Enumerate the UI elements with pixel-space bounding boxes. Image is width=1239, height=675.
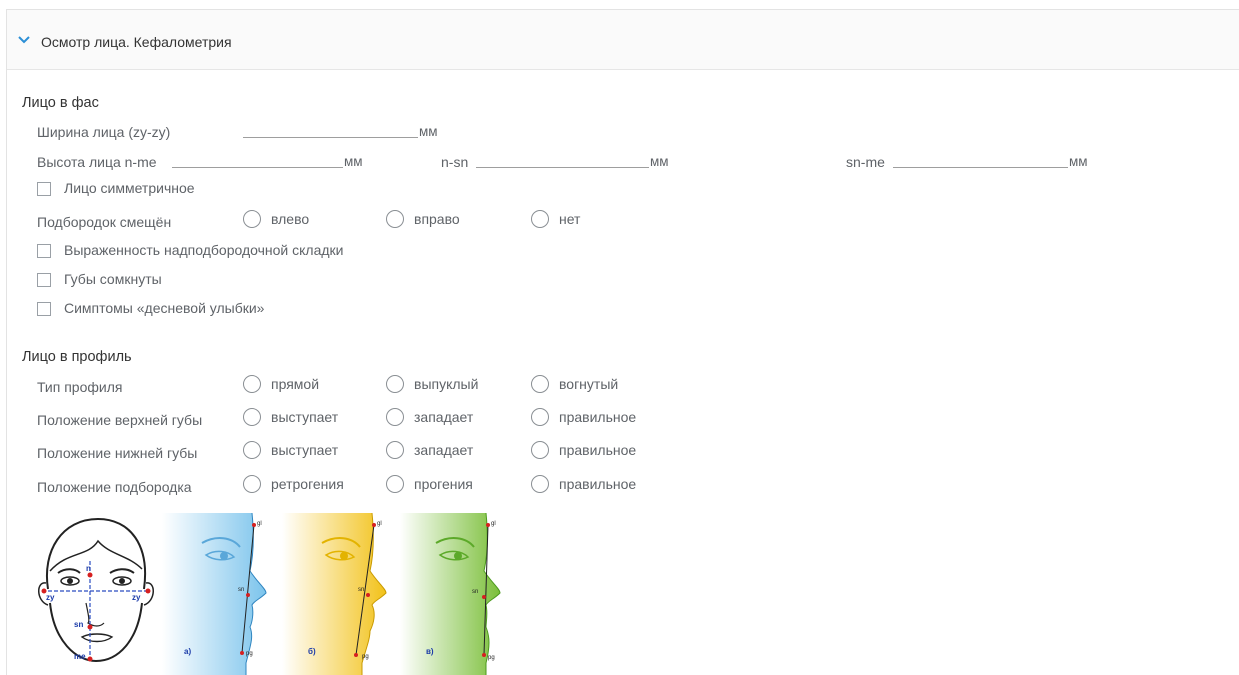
front-zy-left-label: zy	[46, 593, 55, 602]
sn-me-label: sn-me	[846, 154, 885, 170]
n-sn-label: n-sn	[441, 154, 469, 170]
profile-b-caption: б)	[308, 647, 316, 656]
profile-b-pg: pg	[362, 654, 369, 660]
lower-lip-retracted-label: западает	[414, 442, 474, 458]
panel-title: Осмотр лица. Кефалометрия	[41, 34, 232, 50]
upper-lip-protrudes-radio[interactable]	[243, 408, 261, 426]
profile-section-title: Лицо в профиль	[22, 349, 132, 365]
profile-a-caption: а)	[184, 647, 191, 656]
profile-b-sn: sn	[358, 587, 364, 593]
face-width-label: Ширина лица (zy-zy)	[37, 124, 171, 140]
profile-c-pg: pg	[488, 655, 495, 661]
symmetric-label: Лицо симметричное	[64, 180, 195, 196]
chin-progenia-radio[interactable]	[386, 475, 404, 493]
sn-me-input[interactable]	[893, 167, 1068, 168]
lower-lip-protrudes-label: выступает	[271, 442, 339, 458]
chin-shift-label: Подбородок смещён	[37, 214, 172, 230]
chin-right-label: вправо	[414, 211, 460, 227]
upper-lip-retracted-radio[interactable]	[386, 408, 404, 426]
chin-progenia-label: прогения	[414, 476, 473, 492]
face-width-input[interactable]	[243, 137, 418, 138]
profile-a-illustration: gl sn pg а)	[162, 513, 280, 675]
profile-convex-label: выпуклый	[414, 376, 479, 392]
face-height-input[interactable]	[172, 167, 343, 168]
gum-smile-label: Симптомы «десневой улыбки»	[64, 300, 265, 316]
upper-lip-correct-label: правильное	[559, 409, 637, 425]
lips-closed-label: Губы сомкнуты	[64, 271, 162, 287]
chin-left-label: влево	[271, 211, 310, 227]
chin-none-label: нет	[559, 211, 581, 227]
upper-lip-protrudes-label: выступает	[271, 409, 339, 425]
fold-label: Выраженность надподбородочной складки	[64, 242, 344, 258]
n-sn-unit: мм	[650, 154, 669, 169]
profile-concave-label: вогнутый	[559, 376, 619, 392]
profile-a-pg: pg	[246, 651, 253, 657]
profile-c-gl: gl	[491, 521, 496, 527]
lower-lip-label: Положение нижней губы	[37, 445, 198, 461]
chevron-down-icon[interactable]	[17, 35, 31, 45]
upper-lip-retracted-label: западает	[414, 409, 474, 425]
chin-correct-label: правильное	[559, 476, 637, 492]
lips-closed-checkbox[interactable]	[37, 273, 51, 287]
profile-b-illustration: gl sn pg б)	[282, 513, 400, 675]
profile-a-sn: sn	[238, 587, 244, 593]
profile-straight-radio[interactable]	[243, 375, 261, 393]
chin-position-label: Положение подбородка	[37, 479, 192, 495]
profile-c-illustration: gl sn pg в)	[400, 513, 518, 675]
sn-me-unit: мм	[1069, 154, 1088, 169]
lower-lip-retracted-radio[interactable]	[386, 441, 404, 459]
chin-retrogenia-label: ретрогения	[271, 476, 344, 492]
symmetric-checkbox[interactable]	[37, 182, 51, 196]
profile-type-label: Тип профиля	[37, 379, 123, 395]
profile-c-caption: в)	[426, 647, 434, 656]
fold-checkbox[interactable]	[37, 244, 51, 258]
front-sn-label: sn	[74, 620, 83, 629]
profile-a-gl: gl	[257, 521, 262, 527]
lower-lip-protrudes-radio[interactable]	[243, 441, 261, 459]
face-height-label: Высота лица n-me	[37, 154, 157, 170]
profile-c-sn: sn	[472, 589, 478, 595]
front-section-title: Лицо в фас	[22, 95, 99, 111]
profile-convex-radio[interactable]	[386, 375, 404, 393]
profile-b-gl: gl	[377, 521, 382, 527]
chin-none-radio[interactable]	[531, 210, 549, 228]
lower-lip-correct-radio[interactable]	[531, 441, 549, 459]
n-sn-input[interactable]	[476, 167, 649, 168]
panel-header[interactable]: Осмотр лица. Кефалометрия	[7, 10, 1239, 70]
chin-retrogenia-radio[interactable]	[243, 475, 261, 493]
lower-lip-correct-label: правильное	[559, 442, 637, 458]
front-n-label: n	[86, 564, 91, 573]
profile-straight-label: прямой	[271, 376, 320, 392]
upper-lip-correct-radio[interactable]	[531, 408, 549, 426]
chin-right-radio[interactable]	[386, 210, 404, 228]
chin-correct-radio[interactable]	[531, 475, 549, 493]
front-zy-right-label: zy	[132, 593, 141, 602]
upper-lip-label: Положение верхней губы	[37, 412, 203, 428]
gum-smile-checkbox[interactable]	[37, 302, 51, 316]
front-me-label: me	[74, 652, 86, 661]
profile-concave-radio[interactable]	[531, 375, 549, 393]
face-height-unit: мм	[344, 154, 363, 169]
face-width-unit: мм	[419, 124, 438, 139]
front-face-illustration: n zy zy sn me	[28, 511, 158, 675]
chin-left-radio[interactable]	[243, 210, 261, 228]
